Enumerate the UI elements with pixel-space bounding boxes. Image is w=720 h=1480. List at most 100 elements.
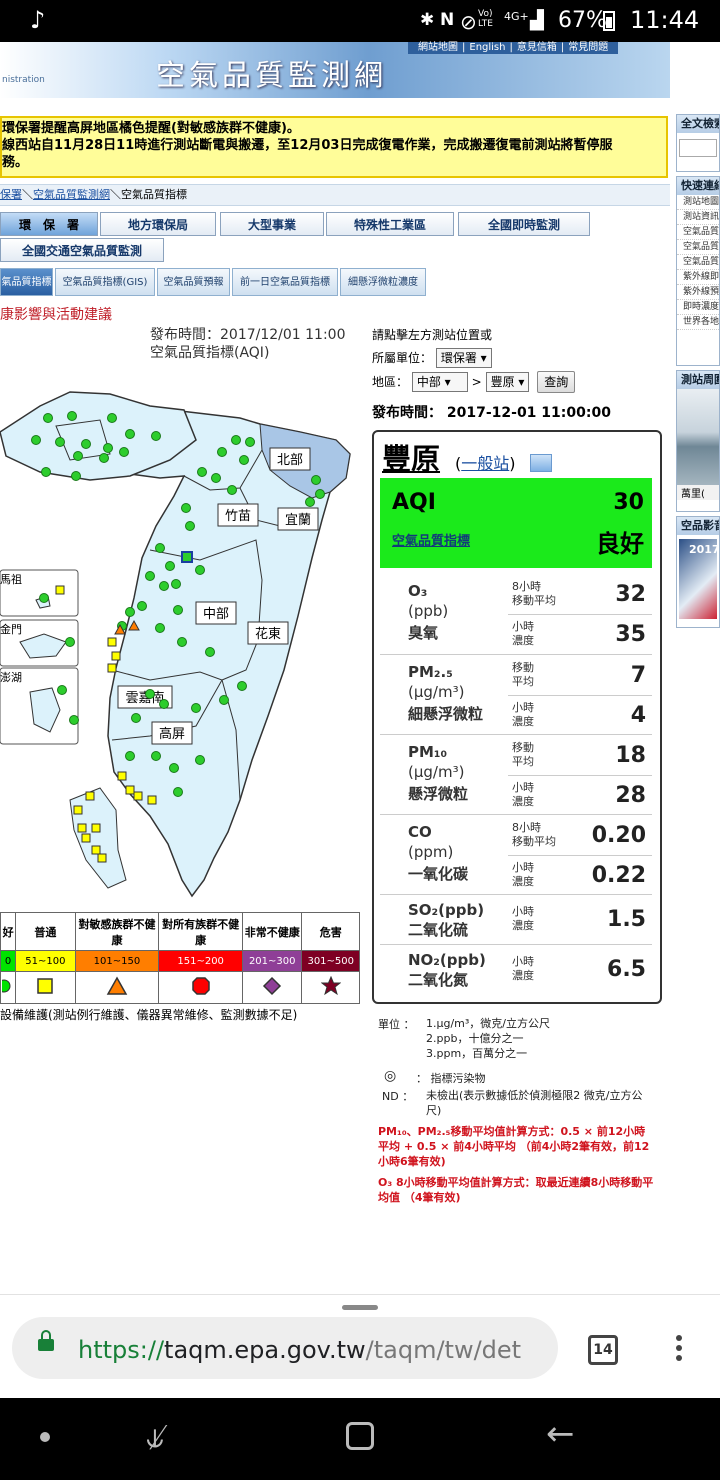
station-marker-good[interactable] [65,637,75,647]
station-marker-good[interactable] [57,685,67,695]
station-marker-moderate[interactable] [125,785,135,795]
station-marker-good[interactable] [169,763,179,773]
station-marker-moderate[interactable] [111,651,121,661]
quick-link[interactable]: 空氣品質 [677,225,719,240]
quick-link[interactable]: 測站資訊 [677,210,719,225]
assistant-dot-icon[interactable] [40,1432,50,1442]
station-marker-good[interactable] [107,413,117,423]
tab-national-realtime[interactable]: 全國即時監測 [458,212,590,236]
back-icon[interactable]: ← [546,1414,575,1454]
tab-large-enterprise[interactable]: 大型事業 [220,212,324,236]
station-marker-good[interactable] [185,521,195,531]
quick-link[interactable]: 空氣品質 [677,255,719,270]
section-heading[interactable]: 康影響與活動建議 [0,304,112,324]
drag-handle[interactable] [342,1305,378,1310]
station-marker-good[interactable] [171,579,181,589]
station-marker-good[interactable] [195,755,205,765]
link-feedback[interactable]: 意見信箱 [517,42,557,53]
overflow-menu-icon[interactable] [676,1335,682,1361]
link-faq[interactable]: 常見問題 [568,42,608,53]
quick-link[interactable]: 即時濃度 [677,300,719,315]
station-marker-good[interactable] [31,435,41,445]
station-type-link[interactable]: 一般站 [461,454,509,473]
station-marker-good[interactable] [103,443,113,453]
station-marker-good[interactable] [311,475,321,485]
station-marker-good[interactable] [159,581,169,591]
station-marker-moderate[interactable] [73,805,83,815]
station-marker-moderate[interactable] [117,771,127,781]
station-marker-good[interactable] [125,429,135,439]
station-marker-good[interactable] [137,601,147,611]
quick-link[interactable]: 紫外線即 [677,270,719,285]
station-marker-good[interactable] [165,561,175,571]
subtab-aqi-gis[interactable]: 空氣品質指標(GIS) [55,268,155,296]
station-marker-good[interactable] [217,447,227,457]
station-marker-good[interactable] [125,607,135,617]
station-marker-good[interactable] [67,411,77,421]
url-text[interactable]: https://taqm.epa.gov.tw/taqm/tw/det [78,1336,521,1364]
selected-station-marker[interactable] [181,551,193,563]
subtab-forecast[interactable]: 空氣品質預報 [157,268,230,296]
station-marker-moderate[interactable] [107,663,117,673]
video-thumbnail[interactable]: 2017 [679,539,720,619]
station-marker-good[interactable] [131,713,141,723]
station-marker-good[interactable] [237,681,247,691]
station-marker-good[interactable] [81,439,91,449]
station-marker-good[interactable] [159,699,169,709]
station-marker-good[interactable] [181,503,191,513]
area-select[interactable]: 中部 ▾ [411,372,468,392]
station-marker-moderate[interactable] [147,795,157,805]
station-marker-moderate[interactable] [55,585,65,595]
station-marker-good[interactable] [69,715,79,725]
chart-icon[interactable] [530,454,552,472]
station-marker-good[interactable] [151,431,161,441]
station-marker-good[interactable] [197,467,207,477]
station-marker-good[interactable] [231,435,241,445]
tab-epa[interactable]: 環 保 署 [0,212,98,236]
station-marker-good[interactable] [173,605,183,615]
station-marker-good[interactable] [191,703,201,713]
station-select[interactable]: 豐原 ▾ [485,372,530,392]
station-marker-good[interactable] [71,471,81,481]
station-marker-moderate[interactable] [107,637,117,647]
station-marker-moderate[interactable] [133,791,143,801]
station-marker-good[interactable] [177,637,187,647]
quick-link[interactable]: 紫外線預 [677,285,719,300]
station-marker-good[interactable] [99,453,109,463]
station-marker-moderate[interactable] [85,791,95,801]
home-icon[interactable] [346,1422,374,1450]
station-marker-good[interactable] [73,451,83,461]
aqi-link[interactable]: 空氣品質指標 [392,530,470,549]
quick-link[interactable]: 空氣品質 [677,240,719,255]
tab-switcher-button[interactable]: 14 [588,1335,618,1365]
station-marker-good[interactable] [151,751,161,761]
fulltext-search-input[interactable] [679,139,717,157]
tab-traffic-air-quality[interactable]: 全國交通空氣品質監測 [0,238,164,262]
link-english[interactable]: English [469,42,505,53]
station-marker-moderate[interactable] [97,853,107,863]
station-photo[interactable] [677,389,719,485]
tab-local-bureau[interactable]: 地方環保局 [100,212,216,236]
station-marker-good[interactable] [155,543,165,553]
station-marker-good[interactable] [245,437,255,447]
station-marker-good[interactable] [173,787,183,797]
taiwan-station-map[interactable]: 北部 竹苗 宜蘭 中部 花東 雲嘉南 高屏 馬祖 金門 澎湖 [0,380,360,900]
station-marker-good[interactable] [119,447,129,457]
station-marker-good[interactable] [239,455,249,465]
subtab-previous-day[interactable]: 前一日空氣品質指標 [232,268,338,296]
unit-select[interactable]: 環保署 ▾ [435,348,492,368]
station-marker-good[interactable] [155,623,165,633]
station-marker-good[interactable] [145,571,155,581]
station-marker-good[interactable] [41,467,51,477]
link-sitemap[interactable]: 網站地圖 [418,42,458,53]
station-marker-moderate[interactable] [81,833,91,843]
subtab-pm25[interactable]: 細懸浮微粒濃度 [340,268,426,296]
station-marker-moderate[interactable] [77,823,87,833]
station-marker-good[interactable] [43,413,53,423]
station-marker-good[interactable] [315,489,325,499]
station-marker-moderate[interactable] [91,845,101,855]
station-marker-good[interactable] [227,485,237,495]
breadcrumb-aqmn[interactable]: 空氣品質監測網 [33,188,110,201]
station-marker-good[interactable] [205,647,215,657]
station-marker-good[interactable] [305,497,315,507]
